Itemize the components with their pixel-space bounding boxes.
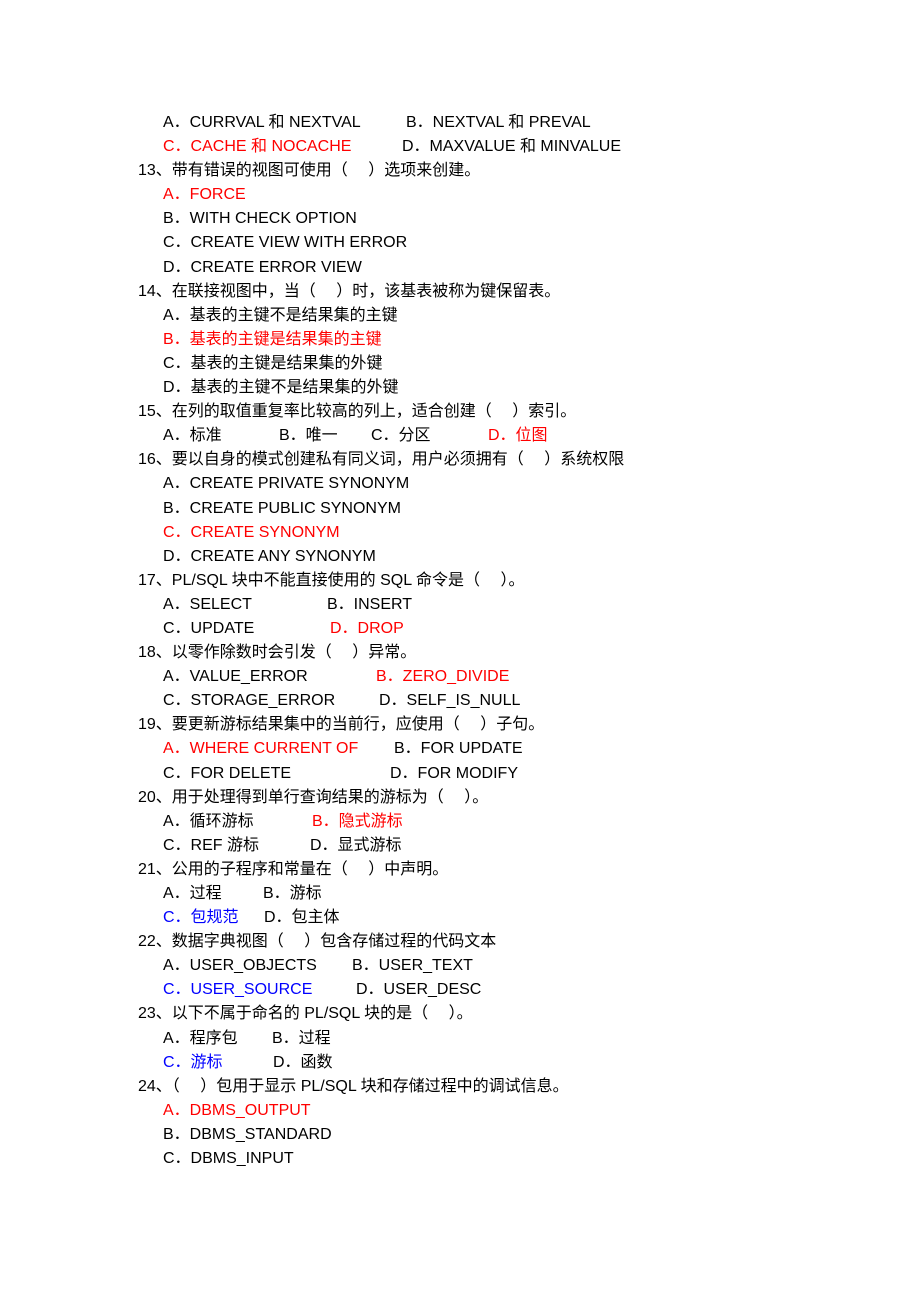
q20-option-a: A．循环游标 — [163, 812, 254, 830]
q20-question: 20、用于处理得到单行查询结果的游标为（ ）。 — [138, 788, 489, 806]
q16-option-a: A．CREATE PRIVATE SYNONYM — [163, 475, 410, 493]
q23-option-d: D．函数 — [273, 1053, 333, 1071]
document-page: A．CURRVAL 和 NEXTVAL B．NEXTVAL 和 PREVAL C… — [0, 111, 920, 1171]
q22-question: 22、数据字典视图（ ）包含存储过程的代码文本 — [138, 933, 497, 951]
q12-option-c-answer: C．CACHE 和 NOCACHE — [163, 138, 352, 156]
q21-option-d: D．包主体 — [264, 909, 340, 927]
q14-option-a: A．基表的主键不是结果集的主键 — [163, 306, 398, 324]
q12-option-b: B．NEXTVAL 和 PREVAL — [406, 114, 591, 131]
q24-option-b: B．DBMS_STANDARD — [163, 1125, 332, 1143]
q18-option-b-answer: B．ZERO_DIVIDE — [376, 668, 510, 686]
q15-option-c: C．分区 — [371, 427, 431, 445]
q23-options-row-1: A．程序包 B．过程 — [0, 1027, 920, 1051]
q21-question: 21、公用的子程序和常量在（ ）中声明。 — [138, 860, 449, 878]
q22-options-row-2: C．USER_SOURCE D．USER_DESC — [0, 978, 920, 1002]
q22-option-b: B．USER_TEXT — [352, 957, 473, 975]
q21-option-c-answer: C．包规范 — [163, 909, 239, 927]
q13-option-d: D．CREATE ERROR VIEW — [163, 258, 362, 276]
q12-options-row-1: A．CURRVAL 和 NEXTVAL B．NEXTVAL 和 PREVAL — [0, 111, 920, 135]
q14-question: 14、在联接视图中，当（ ）时，该基表被称为键保留表。 — [138, 282, 561, 300]
q18-options-row-1: A．VALUE_ERROR B．ZERO_DIVIDE — [0, 665, 920, 689]
q17-option-c: C．UPDATE — [163, 619, 255, 637]
q21-options-row-1: A．过程 B．游标 — [0, 882, 920, 906]
q13-option-a-answer: A．FORCE — [163, 186, 246, 204]
q15-question: 15、在列的取值重复率比较高的列上，适合创建（ ）索引。 — [138, 403, 577, 421]
q21-option-a: A．过程 — [163, 885, 222, 902]
q15-option-a: A．标准 — [163, 427, 222, 445]
q20-option-b-answer: B．隐式游标 — [312, 812, 403, 830]
q17-option-a: A．SELECT — [163, 595, 252, 613]
q15-option-b: B．唯一 — [279, 427, 338, 445]
q16-question: 16、要以自身的模式创建私有同义词，用户必须拥有（ ）系统权限 — [138, 451, 625, 469]
q19-question: 19、要更新游标结果集中的当前行，应使用（ ）子句。 — [138, 716, 545, 734]
q23-question: 23、以下不属于命名的 PL/SQL 块的是（ ）。 — [138, 1005, 473, 1023]
q15-option-d-answer: D．位图 — [488, 427, 548, 445]
q23-option-a: A．程序包 — [163, 1029, 238, 1047]
q22-option-a: A．USER_OBJECTS — [163, 957, 317, 975]
q23-option-c-answer: C．游标 — [163, 1053, 223, 1071]
q19-option-d: D．FOR MODIFY — [390, 764, 518, 782]
q18-options-row-2: C．STORAGE_ERROR D．SELF_IS_NULL — [0, 689, 920, 713]
q22-option-c-answer: C．USER_SOURCE — [163, 981, 313, 999]
q17-options-row-2: C．UPDATE D．DROP — [0, 617, 920, 641]
q19-option-c: C．FOR DELETE — [163, 764, 292, 782]
q24-question: 24、（ ）包用于显示 PL/SQL 块和存储过程中的调试信息。 — [138, 1077, 569, 1095]
q16-option-d: D．CREATE ANY SYNONYM — [163, 547, 376, 565]
q12-option-a: A．CURRVAL 和 NEXTVAL — [163, 114, 361, 131]
q17-option-b: B．INSERT — [327, 595, 413, 613]
q20-option-d: D．显式游标 — [310, 836, 402, 854]
q22-options-row-1: A．USER_OBJECTS B．USER_TEXT — [0, 954, 920, 978]
q19-option-b: B．FOR UPDATE — [394, 740, 523, 758]
q18-option-d: D．SELF_IS_NULL — [379, 692, 521, 710]
q19-option-a-answer: A．WHERE CURRENT OF — [163, 740, 359, 758]
q12-options-row-2: C．CACHE 和 NOCACHE D．MAXVALUE 和 MINVALUE — [0, 135, 920, 159]
q12-option-d: D．MAXVALUE 和 MINVALUE — [402, 138, 622, 156]
q17-option-d-answer: D．DROP — [330, 619, 404, 637]
q17-question: 17、PL/SQL 块中不能直接使用的 SQL 命令是（ ）。 — [138, 571, 525, 589]
q20-options-row-2: C．REF 游标 D．显式游标 — [0, 834, 920, 858]
q15-options-row: A．标准 B．唯一 C．分区 D．位图 — [0, 424, 920, 448]
q22-option-d: D．USER_DESC — [356, 981, 482, 999]
q17-options-row-1: A．SELECT B．INSERT — [0, 593, 920, 617]
q21-options-row-2: C．包规范 D．包主体 — [0, 906, 920, 930]
q19-options-row-1: A．WHERE CURRENT OF B．FOR UPDATE — [0, 737, 920, 761]
q20-options-row-1: A．循环游标 B．隐式游标 — [0, 810, 920, 834]
q24-option-a-answer: A．DBMS_OUTPUT — [163, 1101, 311, 1119]
q19-options-row-2: C．FOR DELETE D．FOR MODIFY — [0, 762, 920, 786]
q14-option-b-answer: B．基表的主键是结果集的主键 — [163, 330, 382, 348]
q16-option-b: B．CREATE PUBLIC SYNONYM — [163, 499, 401, 517]
q18-option-a: A．VALUE_ERROR — [163, 668, 308, 686]
q24-option-c: C．DBMS_INPUT — [163, 1150, 294, 1168]
q14-option-c: C．基表的主键是结果集的外键 — [163, 354, 383, 372]
q14-option-d: D．基表的主键不是结果集的外键 — [163, 379, 399, 397]
q18-option-c: C．STORAGE_ERROR — [163, 692, 336, 710]
q21-option-b: B．游标 — [263, 885, 322, 902]
q13-option-c: C．CREATE VIEW WITH ERROR — [163, 234, 408, 252]
q23-options-row-2: C．游标 D．函数 — [0, 1051, 920, 1075]
q20-option-c: C．REF 游标 — [163, 836, 260, 854]
q13-option-b: B．WITH CHECK OPTION — [163, 210, 357, 228]
q16-option-c-answer: C．CREATE SYNONYM — [163, 523, 340, 541]
q18-question: 18、以零作除数时会引发（ ）异常。 — [138, 644, 417, 662]
q13-question: 13、带有错误的视图可使用（ ）选项来创建。 — [138, 162, 481, 180]
q23-option-b: B．过程 — [272, 1029, 331, 1047]
